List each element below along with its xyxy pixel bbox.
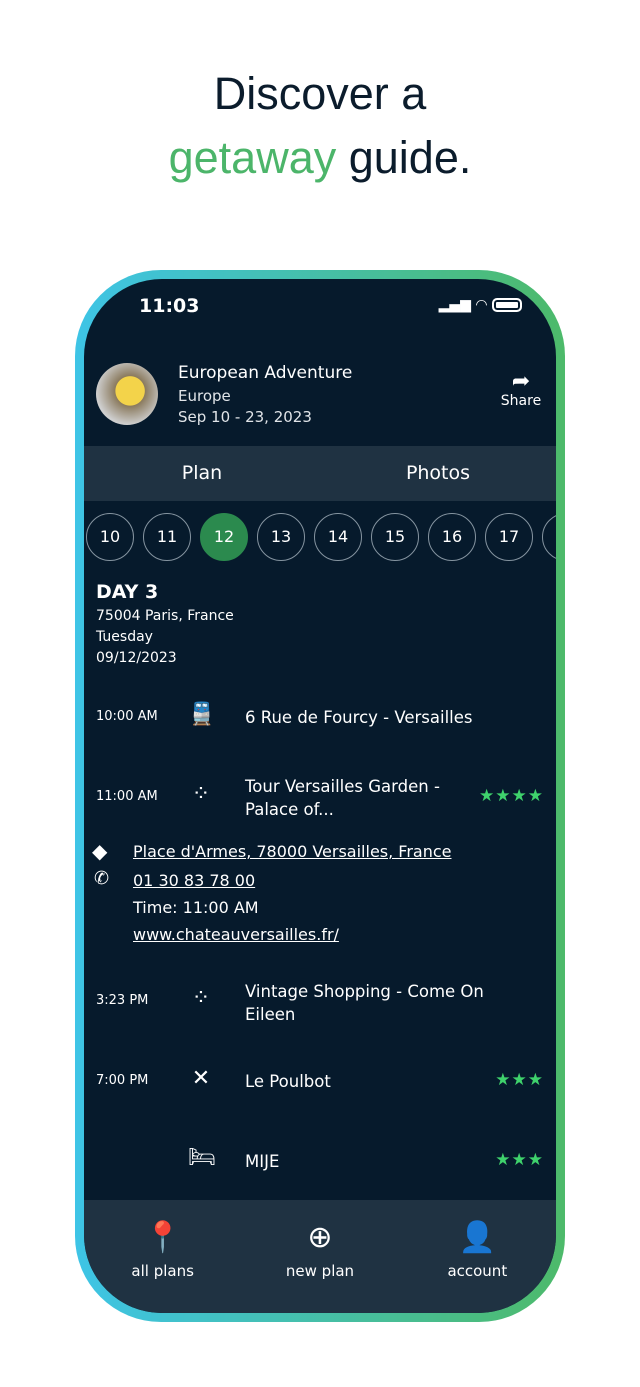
trip-region: Europe	[178, 387, 231, 405]
item-time: 3:23 PM	[96, 993, 149, 1008]
day-15[interactable]: 15	[371, 513, 419, 561]
day-10[interactable]: 10	[86, 513, 134, 561]
visit-time: Time: 11:00 AM	[133, 898, 259, 917]
day-14[interactable]: 14	[314, 513, 362, 561]
user-icon: 👤	[458, 1220, 496, 1255]
share-button[interactable]: ➦ Share	[496, 369, 546, 410]
item-time: 11:00 AM	[96, 789, 158, 804]
day-17[interactable]: 17	[485, 513, 533, 561]
avatar[interactable]	[96, 363, 158, 425]
add-pin-icon: ⊕	[307, 1220, 333, 1255]
tab-plan[interactable]: Plan	[84, 446, 320, 501]
activity-icon: ⁘	[191, 782, 211, 807]
item-name[interactable]: 6 Rue de Fourcy - Versailles	[245, 706, 473, 729]
day-11[interactable]: 11	[143, 513, 191, 561]
status-time: 11:03	[139, 295, 200, 317]
day-13[interactable]: 13	[257, 513, 305, 561]
nav-label: all plans	[131, 1262, 194, 1280]
nav-label: account	[447, 1262, 508, 1280]
website-link[interactable]: www.chateauversailles.fr/	[133, 925, 339, 944]
day-next[interactable]	[542, 513, 556, 561]
day-selector: 10 11 12 13 14 15 16 17	[86, 513, 556, 561]
headline-rest: guide.	[336, 132, 472, 183]
rating-stars: ★★★	[495, 1070, 544, 1090]
nav-all-plans[interactable]: 📍 all plans	[84, 1200, 241, 1313]
item-name[interactable]: Tour Versailles Garden - Palace of...	[245, 775, 455, 821]
tab-photos[interactable]: Photos	[320, 446, 556, 501]
phone-frame: 11:03 ▂▄▆ ◠ European Adventure Europe Se…	[75, 270, 565, 1322]
signal-icon: ▂▄▆	[438, 297, 471, 313]
headline: Discover a getaway guide.	[0, 62, 640, 190]
status-icons: ▂▄▆ ◠	[439, 297, 522, 313]
train-icon: 🚆	[188, 702, 216, 727]
share-label: Share	[500, 393, 542, 409]
day-weekday: Tuesday	[96, 629, 153, 645]
battery-icon	[492, 298, 522, 312]
tab-bar: Plan Photos	[84, 446, 556, 501]
app-screen: 11:03 ▂▄▆ ◠ European Adventure Europe Se…	[84, 279, 556, 1313]
nav-new-plan[interactable]: ⊕ new plan	[241, 1200, 398, 1313]
bed-icon: 🛏	[188, 1145, 216, 1170]
item-name[interactable]: Le Poulbot	[245, 1070, 331, 1093]
nav-label: new plan	[285, 1262, 355, 1280]
day-16[interactable]: 16	[428, 513, 476, 561]
day-date: 09/12/2023	[96, 650, 177, 666]
day-location: 75004 Paris, France	[96, 608, 234, 624]
day-heading: DAY 3	[96, 581, 159, 603]
trip-dates: Sep 10 - 23, 2023	[178, 408, 312, 426]
nav-account[interactable]: 👤 account	[399, 1200, 556, 1313]
wifi-icon: ◠	[475, 297, 488, 313]
headline-line1: Discover a	[213, 68, 427, 119]
rating-stars: ★★★	[495, 1150, 544, 1170]
day-12[interactable]: 12	[200, 513, 248, 561]
item-name[interactable]: Vintage Shopping - Come On Eileen	[245, 980, 525, 1026]
map-pin-icon: 📍	[143, 1220, 182, 1255]
directions-icon[interactable]: ◆	[92, 839, 107, 863]
headline-line2: getaway guide.	[0, 126, 640, 190]
item-time: 10:00 AM	[96, 709, 158, 724]
item-name[interactable]: MIJE	[245, 1150, 279, 1173]
restaurant-icon: ✕	[191, 1066, 211, 1091]
address-link[interactable]: Place d'Armes, 78000 Versailles, France	[133, 842, 452, 861]
phone-icon: ✆	[94, 868, 110, 889]
share-icon: ➦	[511, 369, 531, 394]
bottom-nav: 📍 all plans ⊕ new plan 👤 account	[84, 1200, 556, 1313]
phone-link[interactable]: 01 30 83 78 00	[133, 871, 255, 890]
rating-stars: ★★★★	[479, 786, 544, 806]
trip-title: European Adventure	[178, 363, 353, 383]
activity-icon: ⁘	[191, 986, 211, 1011]
headline-highlight: getaway	[168, 132, 337, 183]
item-time: 7:00 PM	[96, 1073, 149, 1088]
